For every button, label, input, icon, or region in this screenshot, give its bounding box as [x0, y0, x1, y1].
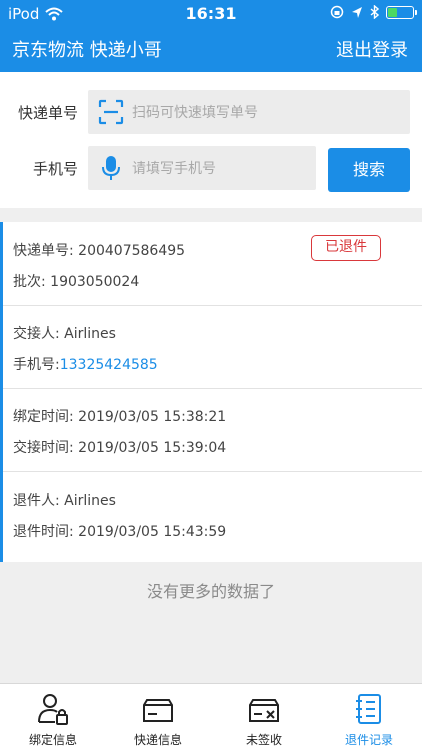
phone-line: 手机号:13325424585 [13, 354, 158, 374]
bind-time-line: 绑定时间: 2019/03/05 15:38:21 [13, 406, 226, 426]
battery-icon [386, 5, 417, 19]
phone-input[interactable]: 请填写手机号 [88, 146, 316, 190]
record-section-handover: 交接人: Airlines 手机号:13325424585 [3, 306, 422, 389]
tab-package-info[interactable]: 快递信息 [105, 684, 211, 750]
nav-bar: 京东物流 快递小哥 退出登录 [0, 30, 422, 68]
tab-package-info-label: 快递信息 [133, 733, 182, 747]
handover-time-line: 交接时间: 2019/03/05 15:39:04 [13, 437, 226, 457]
search-panel: 快递单号 扫码可快速填写单号 手机号 请填写手机号 搜索 [0, 72, 422, 208]
tab-binding-info[interactable]: 绑定信息 [0, 684, 106, 750]
tracking-number-label: 快递单号: [13, 243, 74, 259]
status-bar: iPod 16:31 [0, 0, 422, 28]
batch-label: 批次: [13, 274, 46, 290]
tracking-label: 快递单号 [17, 104, 78, 122]
phone-row: 手机号 请填写手机号 搜索 [0, 146, 422, 192]
package-x-icon [249, 699, 279, 722]
search-button[interactable]: 搜索 [328, 148, 410, 192]
handover-line: 交接人: Airlines [13, 323, 116, 343]
returner-value: Airlines [64, 493, 116, 509]
returner-label: 退件人: [13, 493, 60, 509]
return-time-value: 2019/03/05 15:43:59 [78, 524, 227, 540]
package-icon [143, 699, 173, 722]
scan-icon[interactable] [98, 99, 124, 125]
tracking-input[interactable]: 扫码可快速填写单号 [88, 90, 410, 134]
handover-time-value: 2019/03/05 15:39:04 [78, 440, 227, 456]
handover-phone-link[interactable]: 13325424585 [60, 357, 158, 373]
no-more-data-text: 没有更多的数据了 [146, 582, 275, 601]
tab-bar: 绑定信息 快递信息 未签收 退件记录 [0, 683, 422, 750]
return-time-label: 退件时间: [13, 524, 74, 540]
tab-return-records-label: 退件记录 [344, 733, 393, 747]
phone-placeholder: 请填写手机号 [132, 161, 216, 177]
record-section-tracking: 快递单号: 200407586495 已退件 批次: 1903050024 [3, 222, 422, 306]
tab-return-records[interactable]: 退件记录 [316, 684, 422, 750]
tracking-line: 快递单号: 200407586495 [13, 240, 185, 260]
batch-value: 1903050024 [50, 274, 140, 290]
tab-binding-info-label: 绑定信息 [28, 733, 77, 747]
handover-value: Airlines [64, 326, 116, 342]
bluetooth-icon [370, 5, 379, 19]
orientation-lock-icon [330, 5, 344, 19]
tracking-placeholder: 扫码可快速填写单号 [132, 105, 258, 121]
status-badge: 已退件 [311, 235, 381, 261]
notebook-icon [356, 694, 381, 724]
bind-time-label: 绑定时间: [13, 409, 74, 425]
tracking-row: 快递单号 扫码可快速填写单号 [0, 90, 422, 134]
user-lock-icon [38, 694, 68, 725]
tab-unsigned[interactable]: 未签收 [211, 684, 317, 750]
logout-button[interactable]: 退出登录 [336, 36, 408, 62]
microphone-icon[interactable] [98, 155, 124, 181]
page-title: 京东物流 快递小哥 [12, 40, 162, 61]
record-section-times: 绑定时间: 2019/03/05 15:38:21 交接时间: 2019/03/… [3, 389, 422, 472]
location-icon [352, 6, 362, 18]
tracking-number-value: 200407586495 [78, 243, 186, 259]
return-time-line: 退件时间: 2019/03/05 15:43:59 [13, 521, 226, 541]
handover-phone-label: 手机号: [13, 357, 60, 373]
app-header: iPod 16:31 京东物流 快递小哥 退出登录 [0, 0, 422, 72]
phone-label: 手机号 [32, 160, 78, 178]
batch-line: 批次: 1903050024 [13, 271, 139, 291]
returner-line: 退件人: Airlines [13, 490, 116, 510]
record-section-return: 退件人: Airlines 退件时间: 2019/03/05 15:43:59 [3, 472, 422, 562]
bind-time-value: 2019/03/05 15:38:21 [78, 409, 227, 425]
tab-unsigned-label: 未签收 [245, 733, 282, 747]
handover-label: 交接人: [13, 326, 60, 342]
return-record-card[interactable]: 快递单号: 200407586495 已退件 批次: 1903050024 交接… [0, 222, 422, 562]
handover-time-label: 交接时间: [13, 440, 74, 456]
